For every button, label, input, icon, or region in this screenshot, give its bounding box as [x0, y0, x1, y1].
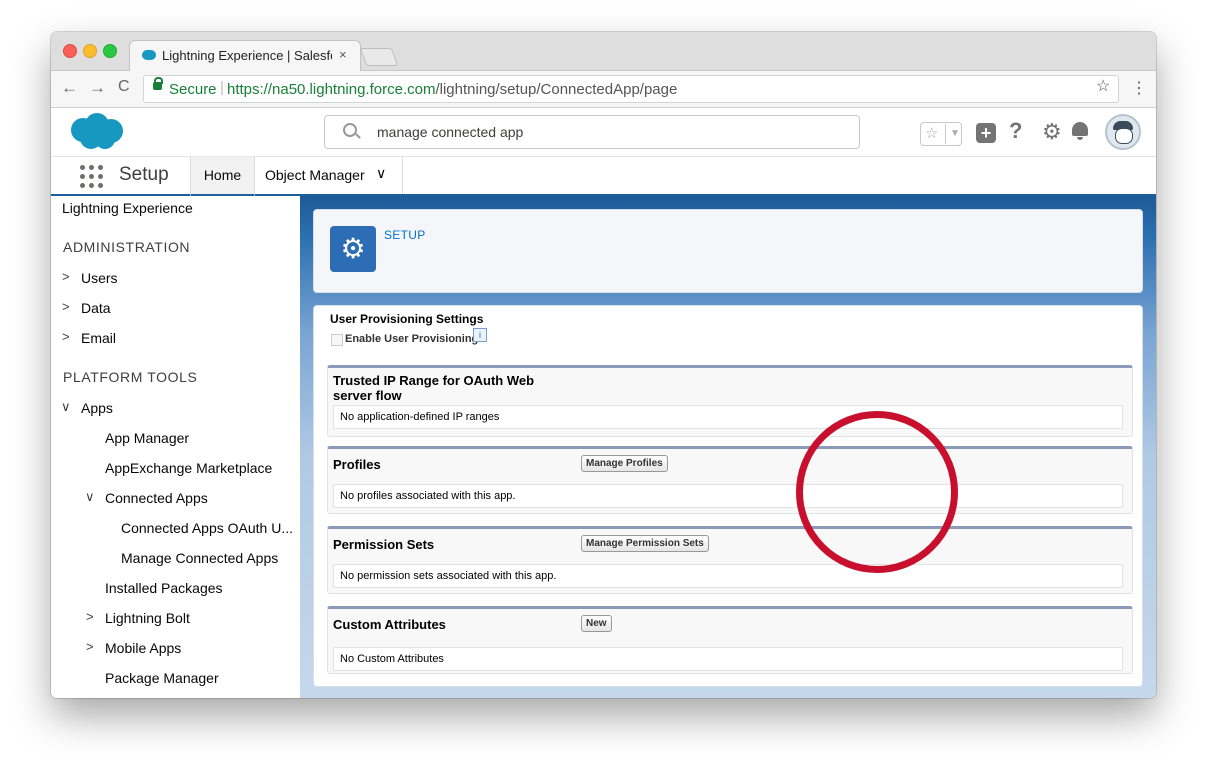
url-host: https://na50.lightning.force.com: [227, 81, 436, 98]
trusted-ip-related-list: Trusted IP Range for OAuth Web server fl…: [327, 365, 1133, 437]
notifications-bell-icon[interactable]: [1072, 122, 1088, 140]
new-custom-attribute-button[interactable]: New: [581, 615, 612, 632]
global-search-input[interactable]: manage connected app: [324, 115, 860, 149]
sidebar-heading-administration: ADMINISTRATION: [63, 239, 191, 255]
user-provisioning-title: User Provisioning Settings: [330, 312, 484, 326]
back-icon[interactable]: ←: [61, 78, 78, 98]
minimize-window-button[interactable]: [83, 44, 97, 58]
sidebar-item-package-manager[interactable]: Package Manager: [105, 670, 219, 686]
custom-attributes-body: No Custom Attributes: [333, 647, 1123, 671]
tab-strip: Lightning Experience | Salesforce ×: [51, 32, 1156, 71]
salesforce-favicon-icon: [142, 50, 156, 60]
favorites-dropdown-icon[interactable]: ▼: [945, 124, 960, 144]
custom-attributes-related-list: Custom Attributes New No Custom Attribut…: [327, 606, 1133, 674]
trusted-ip-title: Trusted IP Range for OAuth Web server fl…: [333, 373, 535, 403]
chevron-down-icon[interactable]: ∨: [85, 489, 95, 505]
manage-permission-sets-button[interactable]: Manage Permission Sets: [581, 535, 709, 552]
url-separator: |: [220, 79, 224, 96]
nav-divider: [402, 157, 403, 194]
global-header: manage connected app ☆ ▼ + ? ⚙: [51, 108, 1156, 156]
tab-object-manager[interactable]: Object Manager: [265, 167, 365, 183]
chevron-down-icon[interactable]: ∨: [376, 165, 386, 182]
setup-breadcrumb[interactable]: SETUP: [384, 228, 426, 242]
search-icon: [343, 123, 357, 137]
sidebar-item-app-manager[interactable]: App Manager: [105, 430, 189, 446]
sidebar-heading-platform-tools: PLATFORM TOOLS: [63, 369, 198, 385]
profiles-body: No profiles associated with this app.: [333, 484, 1123, 508]
maximize-window-button[interactable]: [103, 44, 117, 58]
sidebar-item-lightning-experience[interactable]: Lightning Experience: [62, 200, 193, 216]
sidebar-item-email[interactable]: Email: [81, 330, 116, 346]
sidebar-item-apps[interactable]: Apps: [81, 400, 113, 416]
chevron-right-icon[interactable]: >: [62, 329, 70, 344]
url-path: /lightning/setup/ConnectedApp/page: [435, 81, 678, 98]
tab-close-icon[interactable]: ×: [339, 47, 347, 62]
custom-attributes-empty-text: No Custom Attributes: [340, 653, 444, 665]
sidebar-item-connected-apps-oauth-usage[interactable]: Connected Apps OAuth U...: [121, 520, 293, 536]
profiles-title: Profiles: [333, 457, 381, 472]
permission-sets-empty-text: No permission sets associated with this …: [340, 570, 557, 582]
close-window-button[interactable]: [63, 44, 77, 58]
enable-user-provisioning-label: Enable User Provisioning: [345, 333, 479, 345]
sidebar-item-manage-connected-apps[interactable]: Manage Connected Apps: [121, 550, 278, 566]
app-name: Setup: [119, 164, 169, 185]
bookmark-star-icon[interactable]: ☆: [1096, 76, 1110, 96]
tab-title: Lightning Experience | Salesforce: [162, 48, 332, 63]
trusted-ip-empty-text: No application-defined IP ranges: [340, 411, 500, 423]
sidebar-item-lightning-bolt[interactable]: Lightning Bolt: [105, 610, 190, 626]
browser-toolbar: ← → C Secure | https://na50.lightning.fo…: [51, 71, 1156, 108]
favorites-star-icon: ☆: [925, 125, 939, 142]
chevron-right-icon[interactable]: >: [86, 639, 94, 654]
avatar-face: [1115, 128, 1133, 144]
sidebar-item-data[interactable]: Data: [81, 300, 111, 316]
sidebar-item-appexchange-marketplace[interactable]: AppExchange Marketplace: [105, 460, 272, 476]
sidebar-item-mobile-apps[interactable]: Mobile Apps: [105, 640, 181, 656]
trusted-ip-body: No application-defined IP ranges: [333, 405, 1123, 429]
enable-user-provisioning-checkbox[interactable]: [331, 334, 343, 346]
reload-icon[interactable]: C: [118, 78, 130, 96]
setup-gear-icon: ⚙: [330, 226, 376, 272]
app-launcher-icon[interactable]: [80, 165, 104, 189]
sidebar-item-users[interactable]: Users: [81, 270, 118, 286]
connected-app-detail-panel: User Provisioning Settings Enable User P…: [313, 305, 1143, 687]
new-tab-button[interactable]: [359, 48, 399, 66]
setup-gear-icon[interactable]: ⚙: [1042, 119, 1062, 145]
browser-tab[interactable]: Lightning Experience | Salesforce ×: [129, 40, 361, 71]
address-bar[interactable]: Secure | https://na50.lightning.force.co…: [143, 75, 1119, 103]
manage-profiles-button[interactable]: Manage Profiles: [581, 455, 668, 472]
app-navigation-bar: Setup Home Object Manager ∨: [51, 156, 1156, 197]
info-icon[interactable]: i: [473, 328, 487, 342]
chevron-right-icon[interactable]: >: [62, 269, 70, 284]
profiles-related-list: Profiles Manage Profiles No profiles ass…: [327, 446, 1133, 514]
tab-home[interactable]: Home: [190, 157, 255, 197]
forward-icon[interactable]: →: [89, 78, 106, 98]
permission-sets-title: Permission Sets: [333, 537, 435, 552]
user-avatar[interactable]: [1105, 114, 1141, 150]
sidebar-item-installed-packages[interactable]: Installed Packages: [105, 580, 223, 596]
global-actions-plus-icon[interactable]: +: [976, 123, 996, 143]
custom-attributes-title: Custom Attributes: [333, 617, 446, 632]
search-value: manage connected app: [377, 124, 524, 140]
salesforce-logo-icon[interactable]: [67, 112, 125, 152]
setup-sidebar: Lightning Experience ADMINISTRATION > Us…: [51, 196, 300, 698]
chevron-right-icon[interactable]: >: [86, 609, 94, 624]
url-text[interactable]: https://na50.lightning.force.com/lightni…: [227, 81, 677, 98]
permission-sets-body: No permission sets associated with this …: [333, 564, 1123, 588]
secure-label: Secure: [169, 81, 217, 98]
profiles-empty-text: No profiles associated with this app.: [340, 490, 516, 502]
browser-menu-icon[interactable]: ⋮: [1131, 78, 1147, 98]
browser-window: Lightning Experience | Salesforce × ← → …: [51, 32, 1156, 698]
annotation-circle: [796, 411, 958, 573]
chevron-right-icon[interactable]: >: [62, 299, 70, 314]
favorites-button[interactable]: ☆ ▼: [920, 122, 962, 146]
help-icon[interactable]: ?: [1009, 118, 1022, 144]
sidebar-item-connected-apps[interactable]: Connected Apps: [105, 490, 208, 506]
chevron-down-icon[interactable]: ∨: [61, 399, 71, 415]
main-content-area: ⚙ SETUP User Provisioning Settings Enabl…: [300, 196, 1156, 698]
permission-sets-related-list: Permission Sets Manage Permission Sets N…: [327, 526, 1133, 594]
lock-icon: [153, 77, 163, 90]
setup-page-header: ⚙ SETUP: [313, 209, 1143, 293]
